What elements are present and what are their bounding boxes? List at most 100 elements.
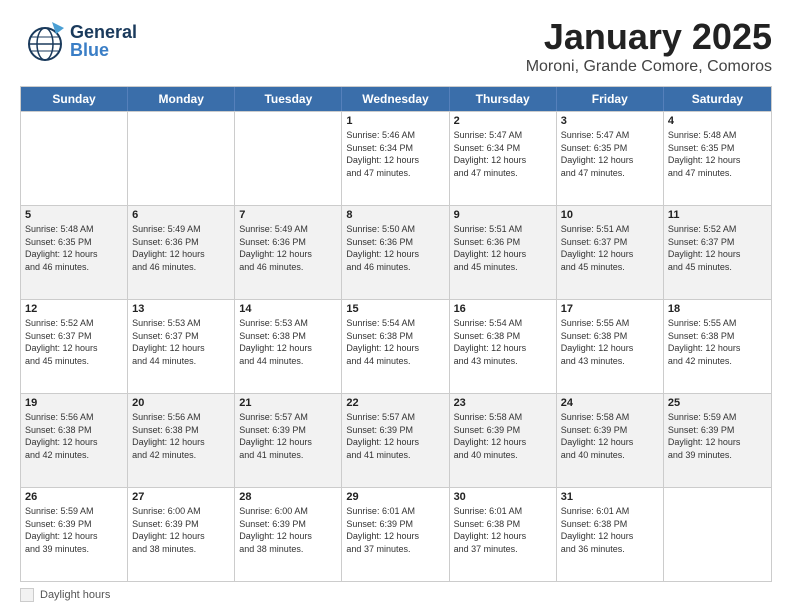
cal-week-1: 1 Sunrise: 5:46 AM Sunset: 6:34 PM Daylig… xyxy=(21,111,771,205)
cal-cell: 24 Sunrise: 5:58 AM Sunset: 6:39 PM Dayli… xyxy=(557,394,664,487)
cal-cell: 26Sunrise: 5:59 AM Sunset: 6:39 PM Dayli… xyxy=(21,488,128,581)
col-tuesday: Tuesday xyxy=(235,87,342,111)
cal-cell: 6 Sunrise: 5:49 AM Sunset: 6:36 PM Daylig… xyxy=(128,206,235,299)
cell-info: Sunrise: 6:00 AM Sunset: 6:39 PM Dayligh… xyxy=(132,505,230,555)
cell-info: Sunrise: 5:54 AM Sunset: 6:38 PM Dayligh… xyxy=(346,317,444,367)
cell-info: Sunrise: 5:53 AM Sunset: 6:38 PM Dayligh… xyxy=(239,317,337,367)
cal-week-4: 19Sunrise: 5:56 AM Sunset: 6:38 PM Dayli… xyxy=(21,393,771,487)
col-monday: Monday xyxy=(128,87,235,111)
day-number: 25 xyxy=(668,397,767,409)
cell-info: Sunrise: 5:49 AM Sunset: 6:36 PM Dayligh… xyxy=(132,223,230,273)
logo-general: General xyxy=(70,23,137,41)
day-number: 10 xyxy=(561,209,659,221)
cal-cell: 23 Sunrise: 5:58 AM Sunset: 6:39 PM Dayli… xyxy=(450,394,557,487)
cal-cell xyxy=(128,112,235,205)
cell-info: Sunrise: 5:57 AM Sunset: 6:39 PM Dayligh… xyxy=(239,411,337,461)
cal-cell: 21 Sunrise: 5:57 AM Sunset: 6:39 PM Dayli… xyxy=(235,394,342,487)
cal-cell: 11 Sunrise: 5:52 AM Sunset: 6:37 PM Dayli… xyxy=(664,206,771,299)
calendar-subtitle: Moroni, Grande Comore, Comoros xyxy=(526,58,772,76)
header: General Blue January 2025 Moroni, Grande… xyxy=(20,16,772,76)
day-number: 17 xyxy=(561,303,659,315)
cal-cell: 2Sunrise: 5:47 AM Sunset: 6:34 PM Daylig… xyxy=(450,112,557,205)
cal-cell: 22 Sunrise: 5:57 AM Sunset: 6:39 PM Dayli… xyxy=(342,394,449,487)
cell-info: Sunrise: 5:51 AM Sunset: 6:36 PM Dayligh… xyxy=(454,223,552,273)
day-number: 24 xyxy=(561,397,659,409)
page: General Blue January 2025 Moroni, Grande… xyxy=(0,0,792,612)
footer: Daylight hours xyxy=(20,588,772,602)
col-thursday: Thursday xyxy=(450,87,557,111)
day-number: 22 xyxy=(346,397,444,409)
day-number: 13 xyxy=(132,303,230,315)
logo-text: General Blue xyxy=(70,23,137,59)
logo: General Blue xyxy=(20,16,137,66)
cell-info: Sunrise: 5:47 AM Sunset: 6:35 PM Dayligh… xyxy=(561,129,659,179)
day-number: 27 xyxy=(132,491,230,503)
day-number: 11 xyxy=(668,209,767,221)
day-number: 23 xyxy=(454,397,552,409)
day-number: 1 xyxy=(346,115,444,127)
cell-info: Sunrise: 5:46 AM Sunset: 6:34 PM Dayligh… xyxy=(346,129,444,179)
cal-week-5: 26Sunrise: 5:59 AM Sunset: 6:39 PM Dayli… xyxy=(21,487,771,581)
cell-info: Sunrise: 5:57 AM Sunset: 6:39 PM Dayligh… xyxy=(346,411,444,461)
col-wednesday: Wednesday xyxy=(342,87,449,111)
logo-blue: Blue xyxy=(70,41,137,59)
cal-cell: 30 Sunrise: 6:01 AM Sunset: 6:38 PM Dayli… xyxy=(450,488,557,581)
cal-cell: 25Sunrise: 5:59 AM Sunset: 6:39 PM Dayli… xyxy=(664,394,771,487)
cell-info: Sunrise: 5:58 AM Sunset: 6:39 PM Dayligh… xyxy=(454,411,552,461)
cal-cell: 31Sunrise: 6:01 AM Sunset: 6:38 PM Dayli… xyxy=(557,488,664,581)
day-number: 6 xyxy=(132,209,230,221)
cell-info: Sunrise: 5:55 AM Sunset: 6:38 PM Dayligh… xyxy=(561,317,659,367)
cell-info: Sunrise: 5:50 AM Sunset: 6:36 PM Dayligh… xyxy=(346,223,444,273)
cell-info: Sunrise: 5:52 AM Sunset: 6:37 PM Dayligh… xyxy=(668,223,767,273)
cal-cell: 17 Sunrise: 5:55 AM Sunset: 6:38 PM Dayli… xyxy=(557,300,664,393)
shaded-legend-box xyxy=(20,588,34,602)
cal-cell: 9 Sunrise: 5:51 AM Sunset: 6:36 PM Daylig… xyxy=(450,206,557,299)
cell-info: Sunrise: 5:56 AM Sunset: 6:38 PM Dayligh… xyxy=(132,411,230,461)
day-number: 5 xyxy=(25,209,123,221)
title-block: January 2025 Moroni, Grande Comore, Como… xyxy=(526,16,772,76)
cell-info: Sunrise: 5:48 AM Sunset: 6:35 PM Dayligh… xyxy=(668,129,767,179)
cell-info: Sunrise: 5:54 AM Sunset: 6:38 PM Dayligh… xyxy=(454,317,552,367)
cell-info: Sunrise: 6:00 AM Sunset: 6:39 PM Dayligh… xyxy=(239,505,337,555)
day-number: 20 xyxy=(132,397,230,409)
calendar: Sunday Monday Tuesday Wednesday Thursday… xyxy=(20,86,772,582)
col-saturday: Saturday xyxy=(664,87,771,111)
cal-cell: 20 Sunrise: 5:56 AM Sunset: 6:38 PM Dayli… xyxy=(128,394,235,487)
cal-cell: 5 Sunrise: 5:48 AM Sunset: 6:35 PM Daylig… xyxy=(21,206,128,299)
cell-info: Sunrise: 6:01 AM Sunset: 6:38 PM Dayligh… xyxy=(454,505,552,555)
day-number: 7 xyxy=(239,209,337,221)
day-number: 9 xyxy=(454,209,552,221)
cal-cell: 29Sunrise: 6:01 AM Sunset: 6:39 PM Dayli… xyxy=(342,488,449,581)
cell-info: Sunrise: 5:58 AM Sunset: 6:39 PM Dayligh… xyxy=(561,411,659,461)
calendar-header: Sunday Monday Tuesday Wednesday Thursday… xyxy=(21,87,771,111)
cal-cell xyxy=(21,112,128,205)
day-number: 18 xyxy=(668,303,767,315)
footer-label: Daylight hours xyxy=(40,589,110,601)
cal-cell: 27 Sunrise: 6:00 AM Sunset: 6:39 PM Dayli… xyxy=(128,488,235,581)
col-sunday: Sunday xyxy=(21,87,128,111)
cal-cell: 15 Sunrise: 5:54 AM Sunset: 6:38 PM Dayli… xyxy=(342,300,449,393)
cal-cell: 13 Sunrise: 5:53 AM Sunset: 6:37 PM Dayli… xyxy=(128,300,235,393)
day-number: 15 xyxy=(346,303,444,315)
day-number: 30 xyxy=(454,491,552,503)
cal-week-3: 12Sunrise: 5:52 AM Sunset: 6:37 PM Dayli… xyxy=(21,299,771,393)
calendar-body: 1 Sunrise: 5:46 AM Sunset: 6:34 PM Daylig… xyxy=(21,111,771,581)
day-number: 14 xyxy=(239,303,337,315)
day-number: 29 xyxy=(346,491,444,503)
day-number: 21 xyxy=(239,397,337,409)
day-number: 8 xyxy=(346,209,444,221)
cal-cell: 10Sunrise: 5:51 AM Sunset: 6:37 PM Dayli… xyxy=(557,206,664,299)
day-number: 4 xyxy=(668,115,767,127)
cal-cell: 4 Sunrise: 5:48 AM Sunset: 6:35 PM Daylig… xyxy=(664,112,771,205)
logo-icon xyxy=(20,16,70,66)
cell-info: Sunrise: 5:53 AM Sunset: 6:37 PM Dayligh… xyxy=(132,317,230,367)
cell-info: Sunrise: 5:56 AM Sunset: 6:38 PM Dayligh… xyxy=(25,411,123,461)
cal-cell xyxy=(664,488,771,581)
cal-cell: 18 Sunrise: 5:55 AM Sunset: 6:38 PM Dayli… xyxy=(664,300,771,393)
cell-info: Sunrise: 5:55 AM Sunset: 6:38 PM Dayligh… xyxy=(668,317,767,367)
cell-info: Sunrise: 5:48 AM Sunset: 6:35 PM Dayligh… xyxy=(25,223,123,273)
cal-cell xyxy=(235,112,342,205)
cal-week-2: 5 Sunrise: 5:48 AM Sunset: 6:35 PM Daylig… xyxy=(21,205,771,299)
calendar-title: January 2025 xyxy=(526,16,772,58)
col-friday: Friday xyxy=(557,87,664,111)
